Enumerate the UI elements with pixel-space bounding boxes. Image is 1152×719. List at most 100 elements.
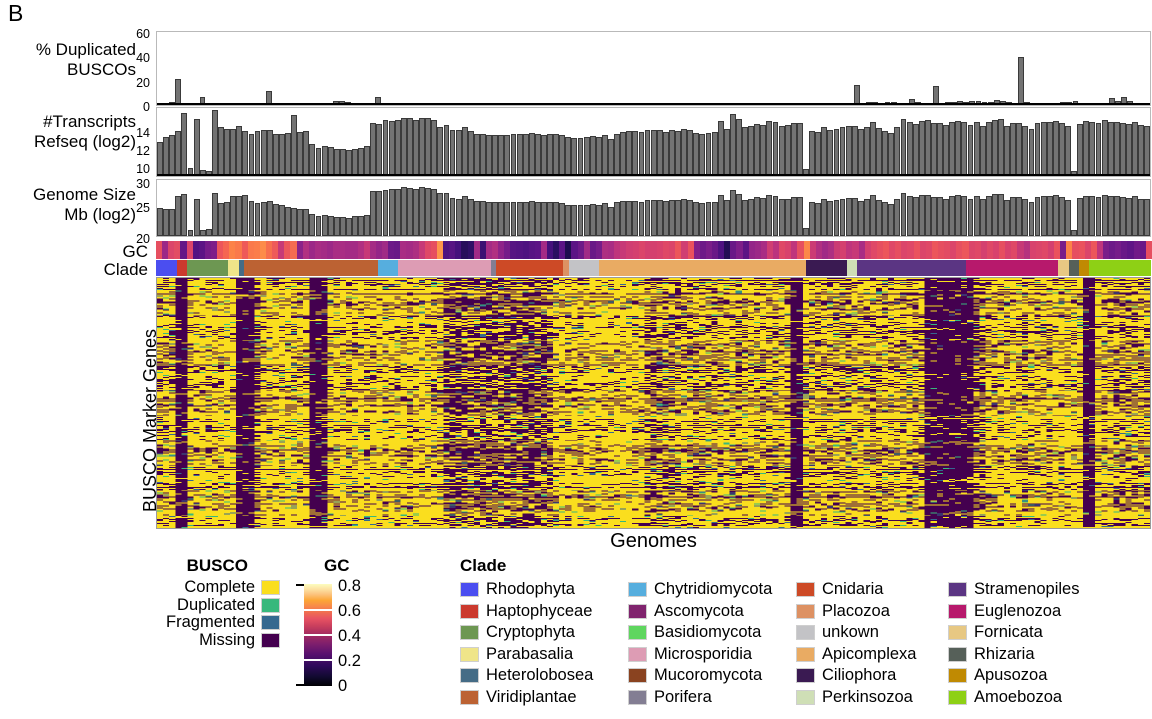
legend-label: Haptophyceae [486, 601, 593, 620]
legend-swatch [948, 689, 967, 705]
bar [601, 135, 608, 176]
bar [1144, 126, 1150, 176]
bar [736, 193, 742, 236]
legend-item-cryptophyta: Cryptophyta [460, 622, 628, 644]
bar [815, 132, 822, 176]
clade-annotation-strip [156, 260, 1152, 276]
gc-legend-title: GC [324, 556, 350, 575]
bar [480, 134, 486, 176]
bar [845, 197, 852, 236]
bar [364, 145, 371, 176]
bar [1028, 129, 1035, 176]
bar [315, 216, 322, 236]
legend-swatch [796, 582, 815, 598]
clade-cell [1146, 260, 1152, 276]
axis-baseline [157, 103, 1150, 105]
bar [656, 199, 663, 236]
bar [1016, 196, 1023, 236]
legend-swatch [460, 582, 479, 598]
legend-swatch [948, 668, 967, 684]
legend-label: unkown [822, 623, 879, 642]
yaxis-transcripts: 14 12 10 [110, 105, 150, 177]
legend-label: Porifera [654, 687, 712, 706]
bar [473, 201, 480, 236]
bar [157, 142, 163, 176]
bar [376, 190, 383, 236]
bar [205, 228, 212, 236]
bar [991, 119, 998, 176]
axis-baseline [157, 174, 1150, 176]
bar [394, 189, 401, 236]
bar [736, 118, 742, 176]
bar-series-transcripts-refseq [157, 108, 1150, 176]
bar [1040, 121, 1047, 176]
bar [900, 193, 907, 236]
bar [1132, 195, 1138, 236]
bar [1083, 195, 1090, 236]
bar [413, 188, 419, 236]
bar [906, 121, 913, 176]
bar [376, 123, 383, 176]
legend-swatch [628, 625, 647, 641]
clade-legend-columns: Rhodophyta Haptophyceae Cryptophyta Parabas… [460, 579, 1152, 708]
gc-cell [1145, 241, 1152, 259]
bar [620, 201, 627, 236]
legend-item-mucoromycota: Mucoromycota [628, 665, 796, 687]
bar [169, 135, 176, 176]
bar [1113, 195, 1120, 236]
bar [431, 188, 438, 236]
ytick: 14 [136, 126, 150, 140]
bar [644, 200, 651, 236]
bar [358, 147, 365, 176]
legend-item-rhizaria: Rhizaria [948, 644, 1116, 666]
bar [742, 127, 748, 176]
legend-label: Rhizaria [974, 644, 1035, 663]
ytick: 30 [136, 177, 150, 191]
bar [254, 202, 261, 236]
bar [528, 133, 535, 176]
legend-label: Euglenozoa [974, 601, 1062, 620]
bar [985, 196, 992, 236]
legend-label: Placozoa [822, 601, 890, 620]
legend-swatch [261, 580, 280, 596]
legend-label: Stramenopiles [974, 580, 1080, 599]
bar [662, 201, 669, 236]
legend-label: Microsporidia [654, 644, 753, 663]
busco-marker-heatmap [156, 277, 1151, 529]
bar [851, 198, 858, 236]
bar [541, 202, 547, 236]
legend-item-rhodophyta: Rhodophyta [460, 579, 628, 601]
bar [662, 132, 669, 176]
bar [955, 194, 962, 236]
legend-item-cnidaria: Cnidaria [796, 579, 948, 601]
legend-label: Amoebozoa [974, 687, 1063, 706]
bar [1119, 196, 1126, 236]
bar [906, 195, 913, 236]
bar [163, 208, 170, 236]
bar [211, 192, 218, 236]
bar [333, 217, 340, 236]
bar [297, 132, 304, 176]
bar [1040, 195, 1047, 236]
legend-swatch [628, 646, 647, 662]
bar [266, 200, 273, 236]
bar [1016, 122, 1023, 176]
bar [778, 198, 785, 236]
bar [1083, 120, 1090, 176]
bar [1022, 125, 1029, 176]
clade-legend-title: Clade [460, 556, 507, 575]
bar [498, 135, 505, 176]
gc-tick-mark [304, 609, 332, 611]
legend-label: Cnidaria [822, 580, 884, 599]
bar [595, 137, 602, 176]
bar [863, 199, 870, 236]
bar [272, 134, 279, 176]
legend-label: Complete [184, 578, 255, 597]
legend-label: Fragmented [166, 613, 255, 632]
bar [522, 201, 529, 236]
bar [510, 134, 517, 176]
bar [218, 202, 224, 236]
bar [419, 186, 426, 236]
bar [565, 137, 572, 176]
legend-item-ciliophora: Ciliophora [796, 665, 948, 687]
